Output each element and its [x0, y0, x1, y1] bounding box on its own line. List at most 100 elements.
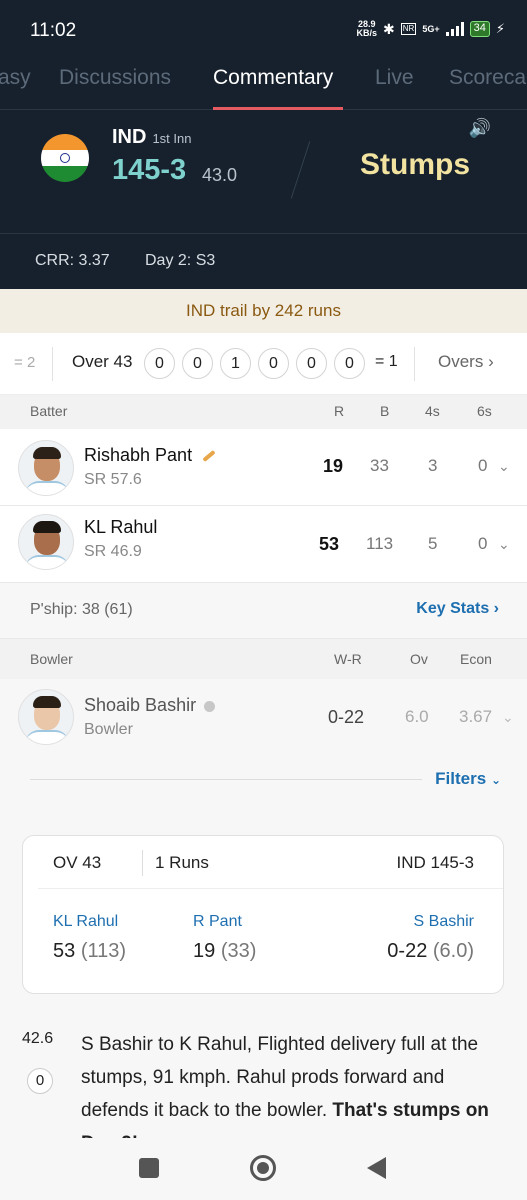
team-name: IND 1st Inn [112, 126, 192, 148]
col-overs: Ov [410, 651, 428, 667]
card-player-name[interactable]: KL Rahul [53, 913, 118, 931]
tab-fantasy[interactable]: asy [0, 66, 31, 90]
previous-over-total[interactable]: = 2 [14, 354, 35, 371]
col-bowler: Bowler [30, 651, 73, 667]
tab-live[interactable]: Live [375, 66, 414, 90]
bowler-row[interactable]: Shoaib Bashir Bowler 0-22 6.0 3.67 ⌄ [0, 679, 527, 757]
over-label: Over 43 [72, 352, 133, 371]
match-status: Stumps [360, 148, 471, 181]
chevron-down-icon[interactable]: ⌄ [498, 536, 510, 553]
batter-runs: 19 [323, 456, 344, 476]
status-bar: 11:02 28.9 KB/s ✱ NR 5G+ 34 ⚡ [0, 0, 527, 62]
chevron-down-icon[interactable]: ⌄ [502, 709, 514, 726]
chevron-down-icon: ⌄ [490, 773, 501, 787]
nav-home-icon[interactable] [250, 1155, 276, 1181]
avatar [18, 689, 74, 745]
batter-table-header: Batter R B 4s 6s [0, 395, 527, 429]
partnership-row: P'ship: 38 (61) Key Stats › [0, 583, 527, 639]
batter-row[interactable]: KL Rahul SR 46.9 53 113 5 0 ⌄ [0, 506, 527, 583]
batter-balls: 113 [366, 534, 394, 553]
col-fours: 4s [425, 403, 440, 419]
nav-recents-icon[interactable] [139, 1158, 159, 1178]
col-economy: Econ [460, 651, 492, 667]
ball-runs: 0 [27, 1068, 53, 1094]
bowler-wickets-runs: 0-22 [328, 707, 365, 727]
over-total: = 1 [375, 353, 398, 370]
nav-back-icon[interactable] [367, 1157, 386, 1179]
network-speed: 28.9 KB/s [356, 19, 378, 38]
nr-icon: NR [400, 23, 417, 35]
network-type: 5G+ [422, 24, 440, 34]
tab-bar: asy Discussions Commentary Live Scoreca [0, 62, 527, 110]
bat-icon [202, 450, 216, 463]
commentary-text: S Bashir to K Rahul, Flighted delivery f… [81, 1028, 501, 1138]
ball-result: 0 [334, 348, 365, 379]
battery-icon: 34 [469, 21, 490, 37]
tab-discussions[interactable]: Discussions [59, 66, 171, 90]
status-icons: 28.9 KB/s ✱ NR 5G+ 34 ⚡ [357, 20, 505, 38]
team-overs: 43.0 [202, 165, 238, 185]
col-sixes: 6s [477, 403, 492, 419]
key-stats-link[interactable]: Key Stats › [416, 600, 499, 618]
tab-scorecard[interactable]: Scoreca [449, 66, 526, 90]
batter-sixes: 0 [478, 456, 488, 475]
batter-name: KL Rahul [84, 517, 158, 537]
partnership-label: P'ship: 38 (61) [30, 601, 133, 618]
batter-sixes: 0 [478, 534, 488, 553]
avatar [18, 440, 74, 496]
bluetooth-icon: ✱ [383, 20, 395, 37]
current-run-rate: CRR: 3.37 [35, 252, 110, 269]
avatar [18, 514, 74, 570]
ball-number: 42.6 [22, 1030, 54, 1047]
col-runs: R [334, 403, 345, 419]
tab-commentary[interactable]: Commentary [213, 66, 333, 90]
bowler-role: Bowler [84, 721, 133, 738]
card-player-figures: 53 (113) [53, 940, 127, 962]
batter-row[interactable]: Rishabh Pant SR 57.6 19 33 3 0 ⌄ [0, 429, 527, 506]
innings-label: 1st Inn [152, 131, 192, 146]
col-batter: Batter [30, 403, 68, 419]
speaker-icon[interactable]: 🔊 [469, 118, 491, 139]
card-over: OV 43 [53, 853, 102, 872]
batter-fours: 5 [428, 534, 438, 553]
team-score: 145-3 [112, 154, 187, 186]
system-nav-bar [0, 1138, 527, 1200]
col-wickets-runs: W-R [334, 651, 362, 667]
team-flag [41, 134, 89, 182]
ball-result: 0 [182, 348, 213, 379]
filters-button[interactable]: Filters ⌄ [435, 769, 501, 789]
status-time: 11:02 [30, 20, 77, 41]
bowler-overs: 6.0 [405, 707, 429, 726]
card-runs: 1 Runs [155, 853, 209, 872]
batter-runs: 53 [319, 534, 340, 554]
filters-row: Filters ⌄ [0, 757, 527, 817]
commentary-item: 42.6 0 S Bashir to K Rahul, Flighted del… [0, 1020, 527, 1138]
ball-result: 1 [220, 348, 251, 379]
batter-balls: 33 [370, 456, 389, 475]
over-summary-row: = 2 Over 43 0 0 1 0 0 0 = 1 Overs › [0, 333, 527, 395]
bowler-economy: 3.67 [459, 707, 493, 726]
overs-link[interactable]: Overs › [438, 352, 494, 372]
bowling-ball-icon [204, 700, 216, 712]
batter-fours: 3 [428, 456, 438, 475]
batter-strike-rate: SR 46.9 [84, 543, 142, 560]
chevron-down-icon[interactable]: ⌄ [498, 458, 510, 475]
divider [290, 141, 311, 199]
card-player-name[interactable]: R Pant [193, 913, 242, 931]
card-player-name[interactable]: S Bashir [414, 913, 474, 931]
card-player-figures: 19 (33) [193, 940, 257, 962]
batter-name: Rishabh Pant [84, 445, 216, 466]
header-area: 11:02 28.9 KB/s ✱ NR 5G+ 34 ⚡ asy Discuss… [0, 0, 527, 289]
card-score: IND 145-3 [396, 853, 474, 872]
chevron-right-icon: › [493, 600, 499, 617]
signal-icon [445, 22, 464, 36]
ball-result: 0 [258, 348, 289, 379]
run-rate-bar: CRR: 3.37 Day 2: S3 [0, 234, 527, 289]
chevron-right-icon: › [488, 352, 494, 371]
bowler-table-header: Bowler W-R Ov Econ [0, 639, 527, 679]
over-summary-card: OV 43 1 Runs IND 145-3 KL Rahul 53 (113)… [22, 835, 504, 994]
bowler-name: Shoaib Bashir [84, 695, 216, 716]
col-balls: B [380, 403, 390, 419]
score-header: IND 1st Inn 145-3 43.0 Stumps 🔊 [0, 110, 527, 234]
trail-banner: IND trail by 242 runs [0, 289, 527, 333]
